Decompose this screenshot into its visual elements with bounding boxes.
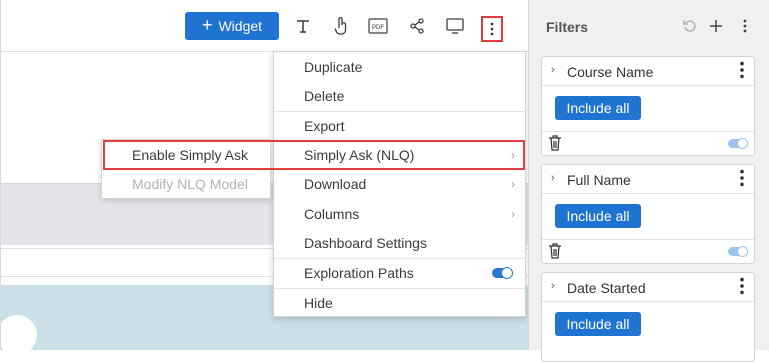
trash-icon[interactable] <box>548 135 562 151</box>
menu-item-label: Simply Ask (NLQ) <box>304 147 415 163</box>
trash-icon[interactable] <box>548 243 562 259</box>
include-all-button[interactable]: Include all <box>555 204 641 228</box>
filter-card-header[interactable]: › Course Name <box>542 57 754 86</box>
chevron-right-icon: › <box>511 207 515 221</box>
menu-item-label: Hide <box>304 295 333 311</box>
menu-item-duplicate[interactable]: Duplicate <box>274 53 525 81</box>
filter-card: › Date Started Include all <box>541 272 755 362</box>
pdf-icon[interactable]: PDF <box>366 14 390 38</box>
filter-card-footer <box>542 239 754 264</box>
filter-toggle[interactable] <box>728 246 748 257</box>
menu-item-label: Columns <box>304 206 360 222</box>
filter-toggle[interactable] <box>728 138 748 149</box>
add-widget-label: Widget <box>218 18 263 34</box>
simply-ask-submenu: Enable Simply Ask Modify NLQ Model <box>101 139 271 199</box>
submenu-item-label: Enable Simply Ask <box>132 147 248 163</box>
include-all-button[interactable]: Include all <box>555 96 641 120</box>
filter-name: Course Name <box>567 64 654 80</box>
more-vertical-icon <box>490 22 494 36</box>
add-filter-icon[interactable] <box>706 16 726 36</box>
map-landmass <box>9 325 35 347</box>
menu-item-delete[interactable]: Delete <box>274 82 525 110</box>
filter-card-header[interactable]: › Full Name <box>542 165 754 194</box>
submenu-item-enable-simply-ask[interactable]: Enable Simply Ask <box>102 141 270 169</box>
chevron-right-icon: › <box>511 177 515 191</box>
filter-card: › Full Name Include all <box>541 164 755 264</box>
chevron-right-icon[interactable]: › <box>551 172 555 184</box>
menu-item-label: Dashboard Settings <box>304 235 427 251</box>
monitor-icon[interactable] <box>443 14 467 38</box>
menu-item-label: Delete <box>304 88 345 104</box>
filter-card: › Course Name Include all <box>541 56 755 156</box>
filter-more-icon[interactable] <box>738 169 746 187</box>
submenu-item-label: Modify NLQ Model <box>132 176 248 192</box>
filter-more-icon[interactable] <box>738 61 746 79</box>
exploration-paths-toggle[interactable] <box>492 267 513 279</box>
touch-icon[interactable] <box>329 14 353 38</box>
menu-item-columns[interactable]: Columns › <box>274 200 525 228</box>
plus-icon: + <box>201 15 213 35</box>
chevron-right-icon: › <box>511 148 515 162</box>
filters-title: Filters <box>546 19 589 35</box>
menu-item-label: Exploration Paths <box>304 265 414 281</box>
more-options-button[interactable] <box>481 16 503 42</box>
menu-item-download[interactable]: Download › <box>274 170 525 198</box>
reset-icon[interactable] <box>680 16 700 36</box>
svg-text:PDF: PDF <box>372 25 384 31</box>
menu-item-exploration-paths[interactable]: Exploration Paths <box>274 259 525 287</box>
menu-item-export[interactable]: Export <box>274 112 525 140</box>
menu-item-label: Export <box>304 118 345 134</box>
filters-panel: Filters › Course Name Include all › Full… <box>528 0 769 362</box>
chevron-right-icon[interactable]: › <box>551 280 555 292</box>
menu-item-hide[interactable]: Hide <box>274 289 525 317</box>
menu-item-dashboard-settings[interactable]: Dashboard Settings <box>274 229 525 257</box>
submenu-item-modify-nlq-model: Modify NLQ Model <box>102 170 270 198</box>
filter-card-footer <box>542 131 754 156</box>
menu-item-label: Duplicate <box>304 59 363 75</box>
dashboard-options-menu: Duplicate Delete Export Simply Ask (NLQ)… <box>273 51 526 317</box>
add-widget-button[interactable]: + Widget <box>185 12 279 40</box>
filter-card-header[interactable]: › Date Started <box>542 273 754 302</box>
filter-more-icon[interactable] <box>738 277 746 295</box>
share-icon[interactable] <box>405 14 429 38</box>
filter-name: Full Name <box>567 172 631 188</box>
filter-name: Date Started <box>567 280 646 296</box>
include-all-button[interactable]: Include all <box>555 312 641 336</box>
chevron-right-icon[interactable]: › <box>551 64 555 76</box>
menu-item-simply-ask[interactable]: Simply Ask (NLQ) › <box>274 141 525 169</box>
menu-item-label: Download <box>304 176 367 192</box>
filters-more-icon[interactable] <box>735 16 755 36</box>
text-icon[interactable] <box>291 14 315 38</box>
